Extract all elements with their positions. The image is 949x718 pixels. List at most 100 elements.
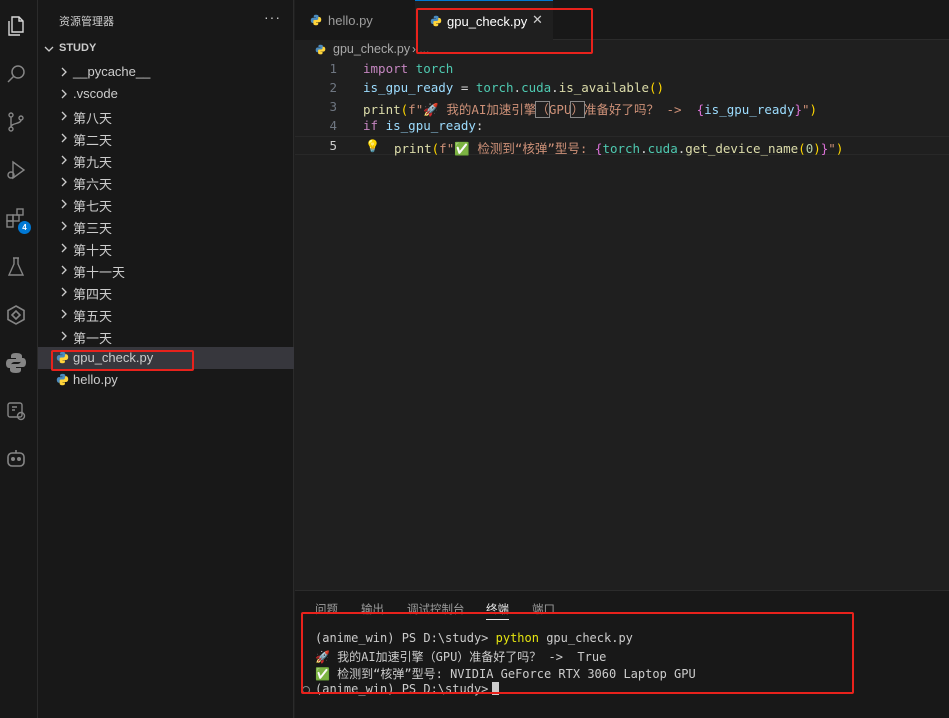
python-file-icon: [315, 44, 326, 55]
python-icon[interactable]: [4, 351, 28, 375]
code-editor[interactable]: 1 import torch 2 is_gpu_ready = torch.cu…: [295, 60, 949, 590]
tree-folder[interactable]: 第七天: [38, 193, 294, 215]
line-number: 5: [329, 138, 337, 153]
chevron-right-icon: [61, 331, 67, 341]
tree-folder[interactable]: __pycache__: [38, 61, 294, 83]
files-icon[interactable]: [4, 14, 28, 38]
tree-folder[interactable]: 第三天: [38, 215, 294, 237]
folder-name: STUDY: [59, 42, 97, 54]
chevron-right-icon: [61, 133, 67, 143]
search-icon[interactable]: [4, 62, 28, 86]
folder-label: 第三天: [73, 221, 113, 236]
tab-label: hello.py: [328, 13, 373, 28]
tree-folder[interactable]: 第六天: [38, 171, 294, 193]
code-token: }: [794, 102, 802, 117]
folder-label: 第十一天: [73, 265, 126, 280]
folder-label: 第十天: [73, 243, 113, 258]
file-label: hello.py: [73, 372, 118, 387]
chevron-down-icon: [44, 46, 54, 52]
code-token: torch: [415, 61, 454, 76]
tree-folder[interactable]: 第十一天: [38, 259, 294, 281]
code-token: ": [828, 141, 836, 156]
chevron-right-icon: [61, 67, 67, 77]
tree-folder[interactable]: 第一天: [38, 325, 294, 347]
activity-bar: 4: [0, 0, 38, 718]
folder-section-header[interactable]: STUDY: [38, 39, 294, 59]
code-token: is_gpu_ready: [363, 80, 454, 95]
chevron-right-icon: [61, 177, 67, 187]
code-token: {: [689, 102, 705, 117]
chevron-right-icon: [61, 265, 67, 275]
code-token: get_device_name: [685, 141, 799, 156]
tree-folder[interactable]: 第九天: [38, 149, 294, 171]
folder-label: .vscode: [73, 86, 118, 101]
code-token: :: [475, 118, 484, 133]
chevron-right-icon: [61, 287, 67, 297]
code-token: .: [513, 80, 522, 95]
more-actions-button[interactable]: ···: [264, 9, 281, 25]
chevron-right-icon: [61, 199, 67, 209]
chevron-right-icon: [61, 89, 67, 99]
code-token: torch: [475, 80, 514, 95]
chevron-right-icon: [61, 111, 67, 121]
code-token: 准备好了吗？ ->: [583, 102, 690, 117]
tree-folder[interactable]: 第五天: [38, 303, 294, 325]
chevron-right-icon: [61, 243, 67, 253]
run-debug-icon[interactable]: [4, 158, 28, 182]
tree-folder[interactable]: 第二天: [38, 127, 294, 149]
tree-folder[interactable]: 第四天: [38, 281, 294, 303]
code-token: .: [551, 80, 559, 95]
line-number: 4: [329, 118, 337, 133]
remote-icon[interactable]: [4, 303, 28, 327]
code-line-current: 5 💡 print(f"✅ 检测到“核弹”型号: {torch.cuda.get…: [295, 136, 949, 156]
lightbulb-icon[interactable]: 💡: [365, 139, 380, 153]
code-token: torch: [602, 141, 641, 156]
chevron-right-icon: [61, 221, 67, 231]
folder-label: 第五天: [73, 309, 113, 324]
code-token: f"✅ 检测到“核弹”型号:: [439, 141, 595, 156]
folder-label: 第四天: [73, 287, 113, 302]
code-token: cuda: [647, 141, 678, 156]
breadcrumb-file[interactable]: gpu_check.py: [333, 42, 410, 56]
python-file-icon: [56, 373, 69, 386]
code-token: ): [835, 141, 844, 156]
code-token: ): [813, 141, 821, 156]
tab-hello-py[interactable]: hello.py: [295, 0, 415, 40]
unicode-highlight: ）: [570, 101, 585, 118]
folder-label: 第七天: [73, 199, 113, 214]
code-token: ": [802, 102, 810, 117]
code-line: 4 if is_gpu_ready:: [295, 117, 949, 136]
folder-label: 第九天: [73, 155, 113, 170]
extensions-badge: 4: [18, 221, 31, 234]
line-number: 2: [329, 80, 337, 95]
code-token: f"🚀 我的AI加速引擎: [408, 102, 537, 117]
unicode-highlight: （: [535, 101, 550, 118]
folder-label: 第八天: [73, 111, 113, 126]
code-token: import: [363, 61, 409, 76]
tree-file[interactable]: hello.py: [38, 369, 294, 391]
code-line: 1 import torch: [295, 60, 949, 79]
python-file-icon: [310, 14, 322, 26]
tree-folder[interactable]: .vscode: [38, 83, 294, 105]
testing-icon[interactable]: [4, 255, 28, 279]
code-line: 2 is_gpu_ready = torch.cuda.is_available…: [295, 79, 949, 98]
explorer-title: 资源管理器: [59, 16, 114, 28]
code-token: ): [809, 102, 818, 117]
code-token: print: [363, 102, 401, 117]
code-line: 3 print(f"🚀 我的AI加速引擎（GPU）准备好了吗？ -> {is_g…: [295, 98, 949, 118]
line-number: 1: [329, 61, 337, 76]
code-token: (: [798, 141, 806, 156]
code-token: =: [453, 80, 476, 95]
line-number: 3: [329, 99, 337, 114]
breadcrumb: gpu_check.py › ...: [295, 40, 949, 60]
copilot-icon[interactable]: [4, 447, 28, 471]
code-token: is_available: [558, 80, 650, 95]
tree-folder[interactable]: 第十天: [38, 237, 294, 259]
file-tree: __pycache__ .vscode 第八天 第二天 第九天 第六天 第七天 …: [38, 61, 294, 391]
source-control-icon[interactable]: [4, 110, 28, 134]
folder-label: 第六天: [73, 177, 113, 192]
code-token: if: [363, 118, 379, 133]
tree-folder[interactable]: 第八天: [38, 105, 294, 127]
container-icon[interactable]: [4, 399, 28, 423]
chevron-right-icon: [61, 309, 67, 319]
